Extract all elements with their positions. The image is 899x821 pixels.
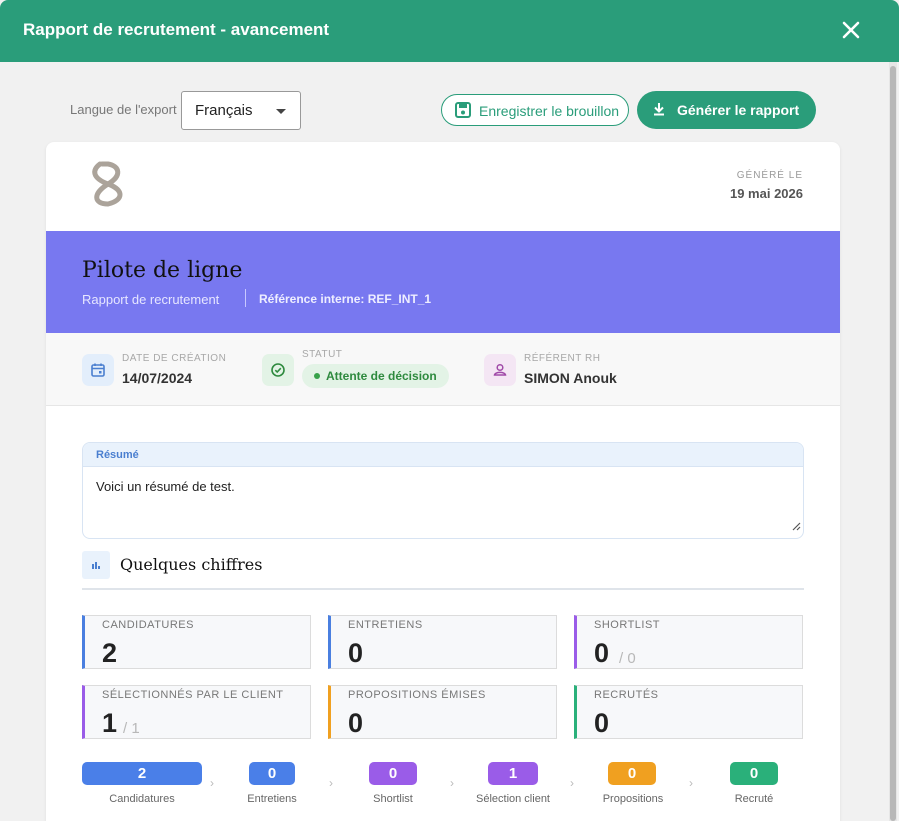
check-circle-icon <box>262 354 294 386</box>
status-badge: Attente de décision <box>302 364 449 388</box>
report-meta-strip: DATE DE CRÉATION 14/07/2024 STATUT Atten… <box>46 333 840 406</box>
funnel-step-label: Entretiens <box>247 793 297 805</box>
funnel-step-count: 0 <box>249 762 295 785</box>
stat-total: / 0 <box>619 650 636 667</box>
stat-card: SÉLECTIONNÉS PAR LE CLIENT 1 / 1 <box>82 685 311 739</box>
funnel-step-label: Recruté <box>734 793 774 805</box>
close-icon[interactable] <box>839 18 863 42</box>
chevron-right-icon: › <box>689 776 693 790</box>
generated-label: GÉNÉRÉ LE <box>736 170 803 181</box>
creation-date-label: DATE DE CRÉATION <box>122 353 227 364</box>
stat-value: 0 <box>594 708 610 738</box>
chevron-down-icon <box>276 109 286 114</box>
stat-label: SÉLECTIONNÉS PAR LE CLIENT <box>102 689 284 701</box>
summary-label: Résumé <box>96 449 139 461</box>
calendar-icon <box>82 354 114 386</box>
stat-card: RECRUTÉS 0 <box>574 685 803 739</box>
dialog-title: Rapport de recrutement - avancement <box>23 20 330 39</box>
download-icon <box>651 101 667 120</box>
figures-section-title: Quelques chiffres <box>120 555 263 574</box>
stat-value: 0 <box>348 708 364 738</box>
stat-label: PROPOSITIONS ÉMISES <box>348 689 486 701</box>
internal-reference: Référence interne: REF_INT_1 <box>259 292 432 306</box>
save-draft-label: Enregistrer le brouillon <box>479 103 620 119</box>
section-divider <box>82 588 804 590</box>
status-label: STATUT <box>302 349 343 360</box>
chevron-right-icon: › <box>210 776 214 790</box>
divider <box>245 289 246 307</box>
dialog-title-bar: Rapport de recrutement - avancement <box>0 0 899 62</box>
hr-referent-label: RÉFÉRENT RH <box>524 353 601 364</box>
funnel-step-count: 1 <box>488 762 538 785</box>
stat-label: SHORTLIST <box>594 619 661 631</box>
stat-card: PROPOSITIONS ÉMISES 0 <box>328 685 557 739</box>
stat-label: RECRUTÉS <box>594 689 659 701</box>
stat-value: 2 <box>102 638 118 668</box>
funnel-step-label: Candidatures <box>109 793 175 805</box>
chevron-right-icon: › <box>329 776 333 790</box>
export-language-select[interactable]: Français <box>181 91 301 130</box>
report-preview-card: GÉNÉRÉ LE 19 mai 2026 Pilote de ligne Ra… <box>46 142 840 821</box>
stat-label: CANDIDATURES <box>102 619 194 631</box>
stat-value: 0 <box>594 638 610 668</box>
save-draft-button[interactable]: Enregistrer le brouillon <box>441 94 629 126</box>
scrollbar-thumb[interactable] <box>890 66 896 821</box>
export-language-value: Français <box>195 102 253 119</box>
stat-card: CANDIDATURES 2 <box>82 615 311 669</box>
hr-referent-value: SIMON Anouk <box>524 370 617 386</box>
funnel-step-label: Propositions <box>602 793 664 805</box>
summary-header: Résumé <box>83 443 803 467</box>
stat-card: SHORTLIST 0 / 0 <box>574 615 803 669</box>
report-header-banner: Pilote de ligne Rapport de recrutement R… <box>46 231 840 333</box>
summary-text[interactable]: Voici un résumé de test. <box>96 479 235 494</box>
status-dot <box>314 373 320 379</box>
report-subtitle: Rapport de recrutement <box>82 292 220 307</box>
scrollbar[interactable] <box>889 62 897 821</box>
company-logo <box>90 158 126 215</box>
status-value: Attente de décision <box>326 369 437 383</box>
stat-label: ENTRETIENS <box>348 619 423 631</box>
funnel-step-count: 2 <box>82 762 202 785</box>
export-language-label: Langue de l'export <box>70 102 177 117</box>
save-icon <box>454 101 472 122</box>
bar-chart-icon <box>82 551 110 579</box>
stat-card: ENTRETIENS 0 <box>328 615 557 669</box>
creation-date-value: 14/07/2024 <box>122 370 193 386</box>
chevron-right-icon: › <box>570 776 574 790</box>
stat-value: 1 <box>102 708 118 738</box>
chevron-right-icon: › <box>450 776 454 790</box>
stat-value: 0 <box>348 638 364 668</box>
generated-date: 19 mai 2026 <box>729 186 803 201</box>
stat-total: / 1 <box>123 720 140 737</box>
generate-report-label: Générer le rapport <box>677 102 800 118</box>
funnel-step-count: 0 <box>730 762 778 785</box>
funnel-step-label: Sélection client <box>476 793 550 805</box>
funnel-step-count: 0 <box>369 762 417 785</box>
funnel-step-count: 0 <box>608 762 656 785</box>
report-title: Pilote de ligne <box>82 258 243 283</box>
person-icon <box>484 354 516 386</box>
funnel-step-label: Shortlist <box>373 793 413 805</box>
summary-field[interactable]: Résumé Voici un résumé de test. <box>82 442 804 539</box>
resize-handle-icon[interactable] <box>791 518 801 536</box>
generate-report-button[interactable]: Générer le rapport <box>637 91 816 129</box>
